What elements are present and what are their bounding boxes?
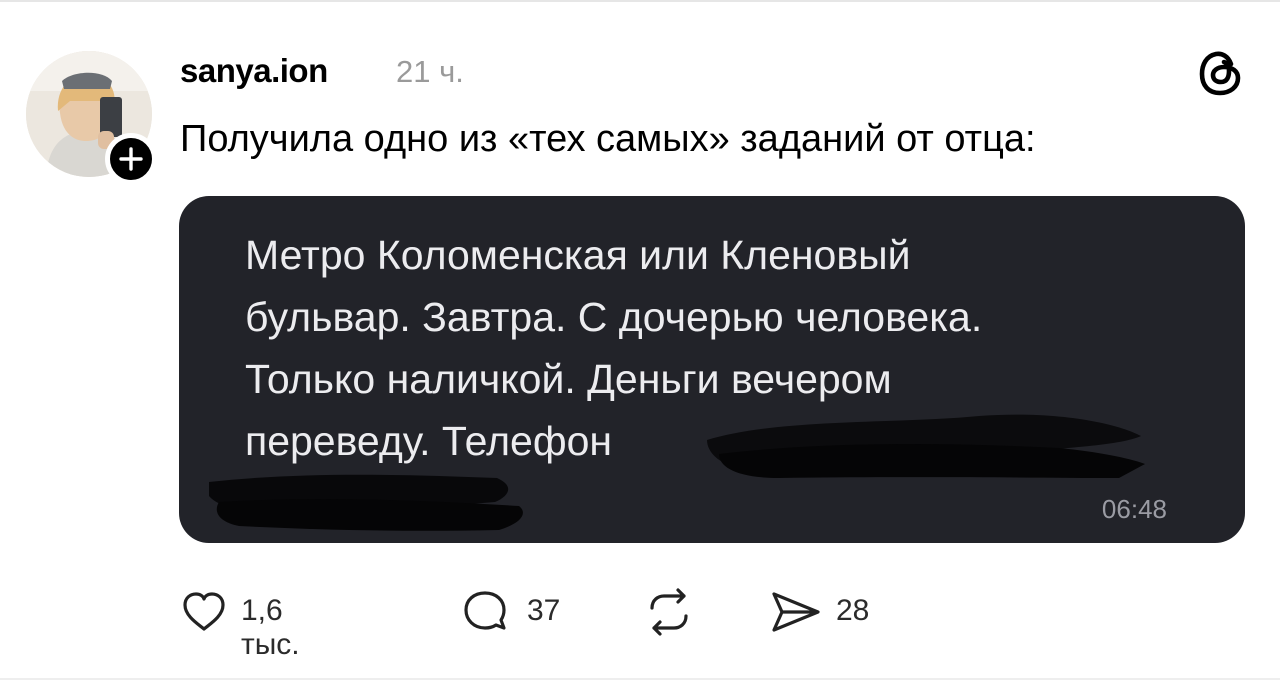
bottom-divider xyxy=(0,678,1280,680)
share-count: 28 xyxy=(836,594,870,627)
follow-button[interactable] xyxy=(105,133,157,185)
message-time: 06:48 xyxy=(1101,494,1167,524)
plus-icon xyxy=(119,147,143,171)
heart-icon[interactable] xyxy=(180,588,228,636)
username-link[interactable]: sanya.ion xyxy=(180,52,328,90)
post-time: 21 ч. xyxy=(396,54,464,89)
top-divider xyxy=(0,0,1280,2)
threads-logo-icon[interactable] xyxy=(1194,47,1246,99)
post-text: Получила одно из «тех самых» заданий от … xyxy=(180,118,1036,160)
repost-icon[interactable] xyxy=(644,588,694,636)
speech-bubble-icon[interactable] xyxy=(462,588,508,634)
like-count: 1,6 тыс. xyxy=(241,594,300,661)
redaction-scribble xyxy=(209,414,1145,531)
reply-count: 37 xyxy=(527,594,561,627)
message-screenshot: Метро Коломенская или Кленовый бульвар. … xyxy=(179,196,1245,543)
send-icon[interactable] xyxy=(770,590,822,634)
